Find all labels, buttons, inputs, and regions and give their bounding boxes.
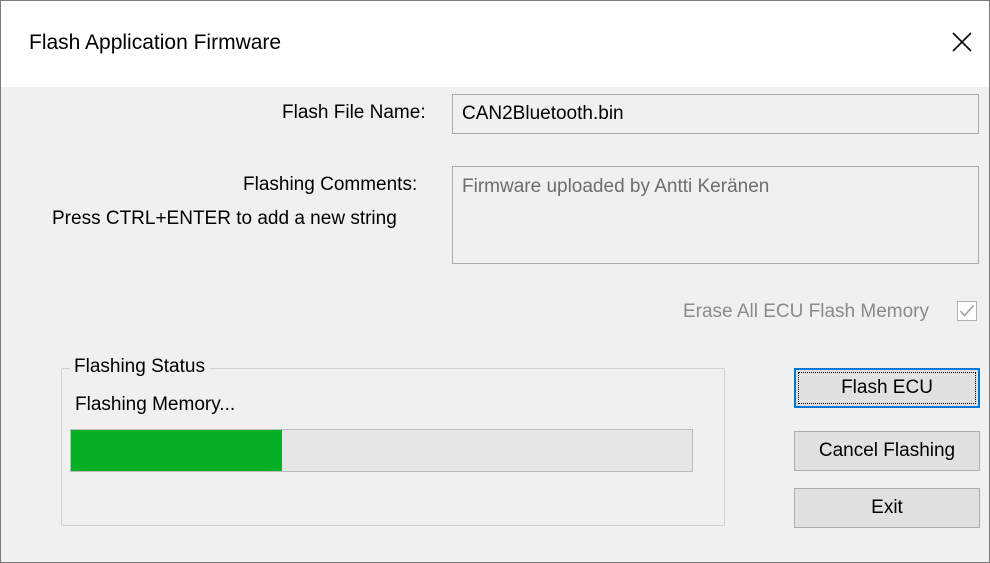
flashing-progress-bar bbox=[70, 429, 693, 472]
flashing-progress-fill bbox=[71, 430, 283, 471]
file-name-label: Flash File Name: bbox=[282, 102, 426, 123]
erase-memory-checkbox[interactable] bbox=[957, 301, 977, 321]
close-button[interactable] bbox=[937, 21, 989, 65]
flashing-status-title: Flashing Status bbox=[70, 356, 209, 378]
window-title: Flash Application Firmware bbox=[29, 31, 282, 54]
erase-memory-option[interactable]: Erase All ECU Flash Memory bbox=[601, 297, 981, 327]
file-name-field[interactable] bbox=[452, 94, 979, 134]
flashing-status-group: Flashing Status Flashing Memory... bbox=[61, 356, 725, 526]
flash-ecu-label: Flash ECU bbox=[841, 377, 933, 398]
flashing-status-message: Flashing Memory... bbox=[75, 394, 236, 415]
comments-hint: Press CTRL+ENTER to add a new string bbox=[52, 208, 397, 229]
title-bar[interactable]: Flash Application Firmware bbox=[1, 1, 989, 87]
comments-field[interactable]: Firmware uploaded by Antti Keränen bbox=[452, 166, 979, 264]
comments-label: Flashing Comments: bbox=[243, 174, 418, 195]
close-icon bbox=[952, 32, 972, 52]
flash-firmware-dialog: Flash Application Firmware Flash File Na… bbox=[0, 0, 990, 563]
cancel-flashing-button[interactable]: Cancel Flashing bbox=[794, 431, 980, 471]
checkmark-icon bbox=[959, 304, 975, 317]
flash-ecu-button[interactable]: Flash ECU bbox=[794, 368, 980, 408]
exit-button[interactable]: Exit bbox=[794, 488, 980, 528]
erase-memory-label: Erase All ECU Flash Memory bbox=[682, 301, 929, 322]
